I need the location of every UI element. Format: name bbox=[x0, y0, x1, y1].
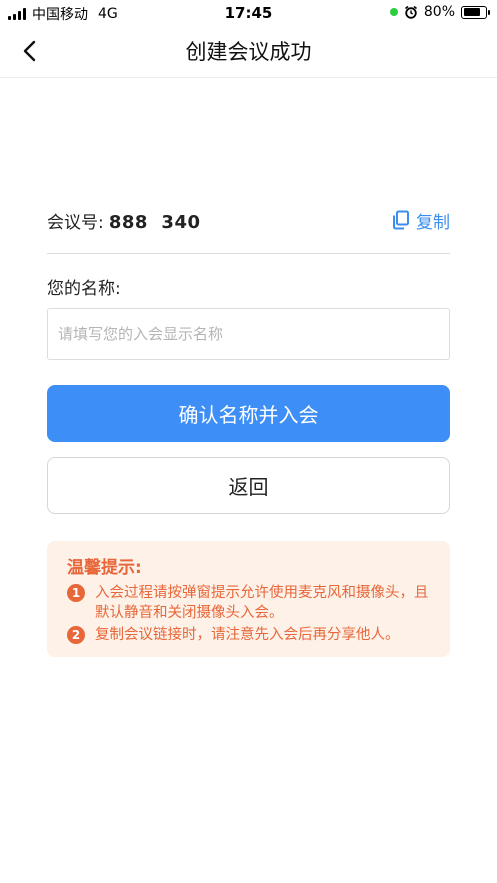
copy-label: 复制 bbox=[416, 212, 450, 233]
meeting-number-label: 会议号: bbox=[47, 212, 104, 233]
return-button[interactable]: 返回 bbox=[47, 457, 450, 514]
confirm-join-button[interactable]: 确认名称并入会 bbox=[47, 385, 450, 442]
tips-title: 温馨提示: bbox=[67, 558, 142, 578]
tip-number-badge: 2 bbox=[67, 626, 85, 644]
battery-percent: 80% bbox=[423, 4, 455, 20]
tip-text: 入会过程请按弹窗提示允许使用麦克风和摄像头，且默认静音和关闭摄像头入会。 bbox=[95, 585, 429, 621]
copy-icon bbox=[393, 210, 409, 230]
status-bar-right: 80% bbox=[389, 4, 490, 20]
tip-item: 2 复制会议链接时，请注意先入会后再分享他人。 bbox=[67, 625, 436, 645]
status-bar: 中国移动 4G 17:45 80% bbox=[0, 0, 497, 26]
battery-icon bbox=[461, 5, 490, 19]
meeting-number-row: 会议号: 888 340 复制 bbox=[47, 203, 450, 237]
divider bbox=[47, 253, 450, 254]
copy-button[interactable]: 复制 bbox=[392, 208, 450, 233]
tip-number-badge: 1 bbox=[67, 584, 85, 602]
display-name-input[interactable] bbox=[47, 308, 450, 360]
tips-box: 温馨提示: 1 入会过程请按弹窗提示允许使用麦克风和摄像头，且默认静音和关闭摄像… bbox=[47, 541, 450, 657]
tip-text: 复制会议链接时，请注意先入会后再分享他人。 bbox=[95, 627, 400, 643]
meeting-number-value: 888 340 bbox=[108, 211, 201, 233]
meeting-info: 会议号: 888 340 bbox=[47, 208, 201, 233]
page-title: 创建会议成功 bbox=[185, 40, 312, 64]
tip-item: 1 入会过程请按弹窗提示允许使用麦克风和摄像头，且默认静音和关闭摄像头入会。 bbox=[67, 583, 436, 623]
alarm-icon bbox=[404, 5, 417, 19]
battery-fill bbox=[463, 8, 481, 16]
nav-bar: 创建会议成功 bbox=[0, 26, 497, 78]
name-field-label: 您的名称: bbox=[47, 279, 121, 299]
mic-indicator-icon bbox=[389, 8, 398, 16]
